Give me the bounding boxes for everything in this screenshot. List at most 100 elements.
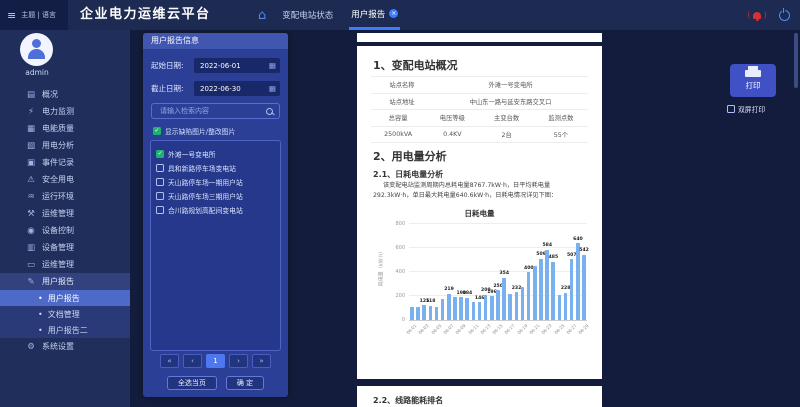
section2-1-title: 2.1、日耗电量分析: [373, 170, 444, 179]
avatar-body: [28, 49, 45, 59]
bar: [477, 302, 482, 320]
calendar-icon[interactable]: ▦: [269, 61, 276, 70]
station-checkbox[interactable]: [156, 192, 164, 200]
scrollbar[interactable]: [794, 33, 798, 88]
avatar[interactable]: [20, 33, 53, 66]
app: ≡ 主题 | 语言 企业电力运维云平台 ⌂ 变配电站状态 用户报告 × admin …: [0, 0, 800, 407]
dual-screen-checkbox[interactable]: [727, 105, 735, 113]
chart-gridline: [409, 247, 587, 248]
bar: [557, 295, 562, 320]
chart-title: 日耗电量: [464, 209, 495, 218]
sidebar-group-user-report: ✎ 用户报告 • 用户报告 • 文档管理 • 用户报告二: [0, 273, 130, 338]
show-images-checkbox[interactable]: ✓: [153, 127, 161, 135]
sidebar-item-event-records[interactable]: ▣ 事件记录: [0, 154, 130, 171]
search-icon[interactable]: [266, 107, 273, 115]
power-quality-icon: ▦: [26, 123, 36, 134]
tab-1[interactable]: 变配电站状态: [280, 0, 335, 30]
power-icon[interactable]: [779, 7, 790, 21]
theme-language-link[interactable]: 主题 | 语言: [21, 10, 56, 20]
ops-management-icon: ⚒: [27, 208, 35, 219]
station-checkbox[interactable]: ✓: [156, 150, 164, 158]
print-button[interactable]: 打印: [730, 64, 776, 97]
calendar-icon[interactable]: ▦: [269, 84, 276, 93]
sidebar-item-label: 系统设置: [42, 342, 74, 351]
station-tree-item[interactable]: ✓ 外滩一号变电所: [156, 147, 275, 161]
alarm-bell-icon[interactable]: [748, 11, 766, 21]
bar: [465, 297, 470, 320]
table-cell-label: 站点名称: [389, 82, 415, 90]
bar-value-label: 354: [499, 271, 510, 277]
sidebar-item-overview[interactable]: ▤ 概况: [0, 86, 130, 103]
sidebar-item-ops-management-2[interactable]: ▭ 运维管理: [0, 256, 130, 273]
sidebar-item-power-quality[interactable]: ▦ 电能质量: [0, 120, 130, 137]
tabs: 变配电站状态 用户报告 ×: [280, 0, 401, 30]
topbar-actions: [748, 0, 790, 30]
table-cell-label: 站点地址: [389, 98, 415, 106]
sidebar-subitem-label: 文档管理: [47, 309, 80, 319]
station-label: 天山路停车场三期用户站: [168, 193, 243, 201]
station-tree-item[interactable]: 合川路规划高配间变电站: [156, 203, 275, 217]
page-first-button[interactable]: «: [160, 354, 179, 368]
dual-screen-label: 双屏打印: [738, 106, 766, 114]
show-images-row: ✓ 显示缺陷图片/整改图片: [153, 126, 235, 136]
sidebar-item-usage-analysis[interactable]: ▧ 用电分析: [0, 137, 130, 154]
search-input[interactable]: [158, 106, 266, 116]
bar-value-label: 485: [548, 255, 559, 261]
pagination: « ‹ 1 › »: [143, 354, 288, 368]
page-last-button[interactable]: »: [252, 354, 271, 368]
sidebar-subitem-doc-management[interactable]: • 文档管理: [0, 306, 130, 322]
sidebar-item-safe-power[interactable]: ⚠ 安全用电: [0, 171, 130, 188]
bar: [434, 306, 439, 320]
sidebar-item-label: 用户报告: [42, 277, 74, 286]
show-images-label: 显示缺陷图片/整改图片: [165, 128, 236, 136]
page-number[interactable]: 1: [206, 354, 225, 368]
sidebar-item-user-report[interactable]: ✎ 用户报告: [0, 273, 130, 290]
sidebar-item-label: 用电分析: [42, 141, 74, 150]
bar-value-label: 542: [579, 248, 589, 254]
start-date-value: 2022-06-01: [200, 61, 241, 70]
bullet-icon: •: [38, 325, 43, 335]
y-axis-tick: 600: [395, 245, 405, 251]
sidebar-item-environment[interactable]: ♒ 运行环境: [0, 188, 130, 205]
bar-value-label: 118: [425, 299, 436, 305]
station-checkbox[interactable]: [156, 164, 164, 172]
sidebar-item-system-settings[interactable]: ⚙ 系统设置: [0, 338, 130, 355]
start-date-row: 起始日期: 2022-06-01 ▦: [151, 57, 280, 74]
sidebar-item-label: 运维管理: [42, 260, 74, 269]
bar: [551, 261, 555, 320]
bell-wave-left: [748, 11, 752, 19]
select-all-button[interactable]: 全选当页: [166, 376, 217, 390]
bell-body: [753, 11, 761, 21]
station-checkbox[interactable]: [156, 206, 164, 214]
station-checkbox[interactable]: [156, 178, 164, 186]
end-date-input[interactable]: 2022-06-30 ▦: [194, 81, 280, 96]
station-tree-item[interactable]: 具和新路停车场变电站: [156, 161, 275, 175]
user-report-icon: ✎: [27, 276, 35, 287]
bar: [539, 258, 543, 320]
tab-2[interactable]: 用户报告 ×: [349, 0, 401, 30]
bullet-icon: •: [38, 293, 43, 303]
topbar: ≡ 主题 | 语言 企业电力运维云平台 ⌂ 变配电站状态 用户报告 ×: [0, 0, 800, 30]
app-title: 企业电力运维云平台: [80, 7, 211, 22]
sidebar-subitem-user-report[interactable]: • 用户报告: [0, 290, 130, 306]
print-label: 打印: [745, 81, 761, 90]
menu-icon[interactable]: ≡: [7, 9, 16, 22]
station-tree-item[interactable]: 天山路停车场三期用户站: [156, 189, 275, 203]
bar: [416, 306, 420, 320]
sidebar-subitem-user-report-2[interactable]: • 用户报告二: [0, 322, 130, 338]
end-date-row: 截止日期: 2022-06-30 ▦: [151, 80, 280, 97]
sidebar-item-device-control[interactable]: ◉ 设备控制: [0, 222, 130, 239]
sidebar-item-power-monitoring[interactable]: ⚡ 电力监测: [0, 103, 130, 120]
sidebar-item-device-management[interactable]: ▥ 设备管理: [0, 239, 130, 256]
sidebar-item-ops-management[interactable]: ⚒ 运维管理: [0, 205, 130, 222]
page-next-button[interactable]: ›: [229, 354, 248, 368]
station-tree-item[interactable]: 天山路停车场一期用户站: [156, 175, 275, 189]
home-icon[interactable]: ⌂: [258, 8, 266, 23]
close-tab-icon[interactable]: ×: [389, 9, 399, 18]
table-row: 2500kVA 0.4KV 2台 55个: [371, 127, 588, 143]
environment-icon: ♒: [27, 191, 35, 202]
confirm-button[interactable]: 确 定: [225, 376, 265, 390]
start-date-input[interactable]: 2022-06-01 ▦: [194, 58, 280, 73]
bar: [428, 305, 433, 320]
page-prev-button[interactable]: ‹: [183, 354, 202, 368]
